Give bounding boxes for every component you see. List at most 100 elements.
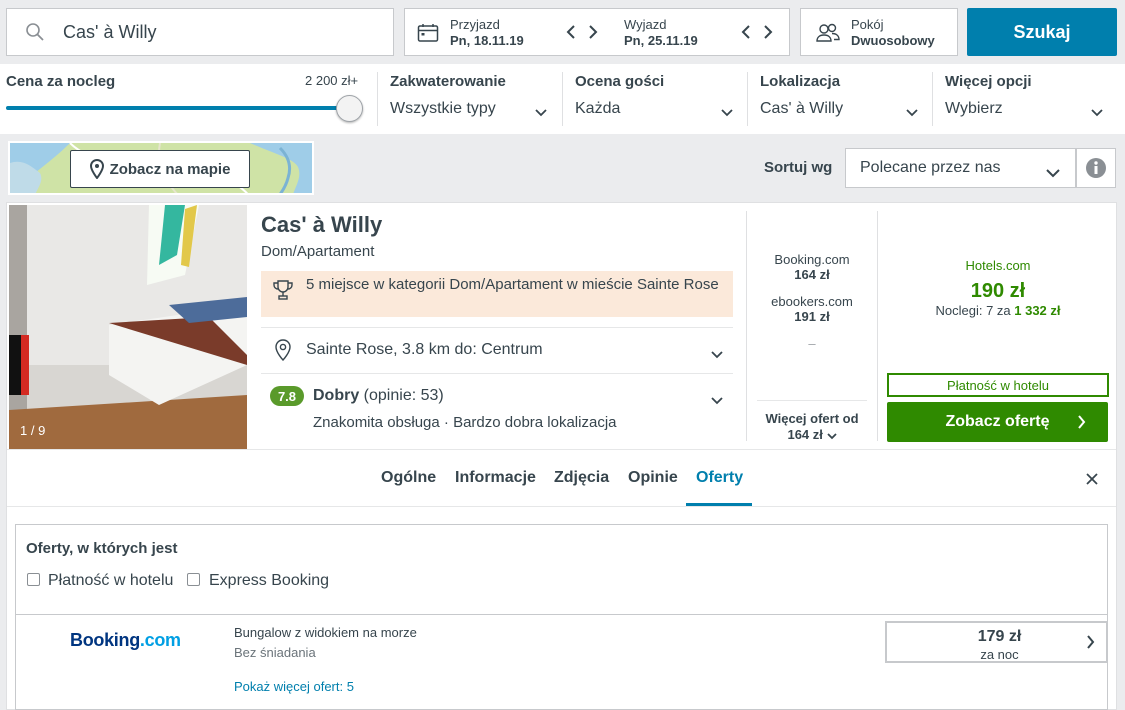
tab-general[interactable]: Ogólne <box>381 469 436 487</box>
partner-price: 164 zł <box>794 267 830 282</box>
sort-info-button[interactable] <box>1076 148 1116 188</box>
divider <box>757 400 867 401</box>
chevron-down-icon <box>826 428 837 444</box>
trophy-icon <box>272 279 294 306</box>
tab-photos[interactable]: Zdjęcia <box>554 469 609 487</box>
accommodation-filter-title: Zakwaterowanie <box>390 73 506 90</box>
checkout-prev-chevron-icon[interactable] <box>738 23 754 41</box>
pay-at-hotel-checkbox[interactable] <box>27 573 40 586</box>
photo-counter: 1 / 9 <box>20 423 46 438</box>
chevron-down-icon <box>1046 165 1060 183</box>
hotel-location[interactable]: Sainte Rose, 3.8 km do: Centrum <box>306 341 543 359</box>
location-filter-title: Lokalizacja <box>760 73 841 90</box>
checkout-next-chevron-icon[interactable] <box>760 23 776 41</box>
pay-at-hotel-badge: Płatność w hotelu <box>887 373 1109 397</box>
chevron-down-icon[interactable] <box>1091 104 1103 122</box>
show-more-offers-link[interactable]: Pokaż więcej ofert: 5 <box>234 679 354 694</box>
rating-word: Dobry <box>313 387 360 404</box>
nights-prefix: Noclegi: 7 za <box>935 303 1015 318</box>
checkin-next-chevron-icon[interactable] <box>585 23 601 41</box>
partner-offer[interactable]: ebookers.com 191 zł <box>752 294 872 324</box>
checkin-value[interactable]: Pn, 18.11.19 <box>450 33 524 48</box>
price-slider-handle[interactable] <box>336 95 363 122</box>
rating-filter-title: Ocena gości <box>575 73 665 90</box>
partner-name: ebookers.com <box>771 294 853 309</box>
offer-room-name: Bungalow z widokiem na morze <box>234 625 417 640</box>
chevron-down-icon[interactable] <box>535 104 547 122</box>
divider <box>877 211 878 441</box>
best-deal-price: 190 zł <box>970 280 1026 302</box>
tab-info[interactable]: Informacje <box>455 469 536 487</box>
offer-price: 179 zł <box>977 628 1022 645</box>
offer-price-button[interactable]: 179 zł za noc <box>885 621 1108 663</box>
destination-input[interactable] <box>63 21 383 43</box>
more-options-value[interactable]: Wybierz <box>945 100 1003 118</box>
divider <box>7 506 1116 507</box>
destination-search-field[interactable] <box>6 8 394 56</box>
hotel-name[interactable]: Cas' à Willy <box>261 212 382 238</box>
divider <box>15 614 1108 615</box>
hotel-photo[interactable] <box>9 205 247 449</box>
offers-filter-title: Oferty, w których jest <box>26 540 178 557</box>
view-on-map-label: Zobacz na mapie <box>109 160 231 178</box>
divider <box>261 327 733 328</box>
logo-suffix: .com <box>139 630 181 650</box>
date-picker[interactable]: Przyjazd Pn, 18.11.19 Wyjazd Pn, 25.11.1… <box>404 8 790 56</box>
more-offers-button[interactable]: Więcej ofert od 164 zł <box>757 411 867 444</box>
checkin-prev-chevron-icon[interactable] <box>563 23 579 41</box>
checkin-label: Przyjazd <box>450 17 500 32</box>
rating-highlights: Znakomita obsługa · Bardzo dobra lokaliz… <box>313 414 617 431</box>
rating-summary[interactable]: Dobry (opinie: 53) <box>313 387 444 405</box>
chevron-down-icon[interactable] <box>906 104 918 122</box>
room-label: Pokój <box>851 17 884 32</box>
offer-meal-plan: Bez śniadania <box>234 645 316 660</box>
partner-name: Booking.com <box>774 252 850 267</box>
rating-reviews: (opinie: 53) <box>359 387 444 404</box>
divider <box>261 373 733 374</box>
rating-filter-value[interactable]: Każda <box>575 100 620 118</box>
chevron-down-icon[interactable] <box>711 346 723 364</box>
map-pin-icon <box>89 159 104 179</box>
hotel-type: Dom/Apartament <box>261 243 375 260</box>
chevron-down-icon[interactable] <box>711 392 723 410</box>
booking-com-logo: Booking.com <box>70 630 181 651</box>
price-filter-title: Cena za nocleg <box>6 73 116 90</box>
rating-score-badge: 7.8 <box>270 386 304 406</box>
partner-offer[interactable]: Booking.com 164 zł <box>752 252 872 282</box>
tab-offers[interactable]: Oferty <box>696 469 743 487</box>
view-deal-button[interactable]: Zobacz ofertę <box>887 402 1108 442</box>
accommodation-filter-value[interactable]: Wszystkie typy <box>390 100 496 118</box>
calendar-icon <box>417 23 439 48</box>
view-on-map-button[interactable]: Zobacz na mapie <box>70 150 250 188</box>
express-booking-checkbox-label[interactable]: Express Booking <box>209 572 329 590</box>
divider <box>746 211 747 441</box>
filter-divider <box>747 72 748 126</box>
chevron-down-icon[interactable] <box>721 104 733 122</box>
best-deal-nights: Noclegi: 7 za 1 332 zł <box>888 303 1108 318</box>
nights-total: 1 332 zł <box>1014 303 1061 318</box>
partner-name: – <box>808 336 816 351</box>
best-deal-partner: Hotels.com <box>965 258 1031 273</box>
sort-dropdown[interactable]: Polecane przez nas <box>845 148 1076 188</box>
tab-reviews[interactable]: Opinie <box>628 469 678 487</box>
info-icon <box>1085 157 1107 179</box>
checkout-label: Wyjazd <box>624 17 667 32</box>
room-value: Dwuosobowy <box>851 33 935 48</box>
price-max-label: 2 200 zł+ <box>305 73 359 88</box>
filter-bar: Cena za nocleg 2 200 zł+ Zakwaterowanie … <box>0 64 1125 134</box>
search-button[interactable]: Szukaj <box>967 8 1117 56</box>
express-booking-checkbox[interactable] <box>187 573 200 586</box>
checkout-value[interactable]: Pn, 25.11.19 <box>624 33 698 48</box>
partner-offer-empty: – <box>752 336 872 351</box>
chevron-right-icon <box>1086 635 1095 654</box>
close-icon[interactable] <box>1082 469 1102 489</box>
filter-divider <box>377 72 378 126</box>
more-offers-price: 164 zł <box>787 427 823 442</box>
location-filter-value[interactable]: Cas' à Willy <box>760 100 843 118</box>
filter-divider <box>562 72 563 126</box>
pay-at-hotel-checkbox-label[interactable]: Płatność w hotelu <box>48 572 173 590</box>
price-slider-track[interactable] <box>6 106 346 110</box>
room-type-selector[interactable]: Pokój Dwuosobowy <box>800 8 958 56</box>
more-options-title: Więcej opcji <box>945 73 1032 90</box>
offers-panel <box>15 524 1108 710</box>
